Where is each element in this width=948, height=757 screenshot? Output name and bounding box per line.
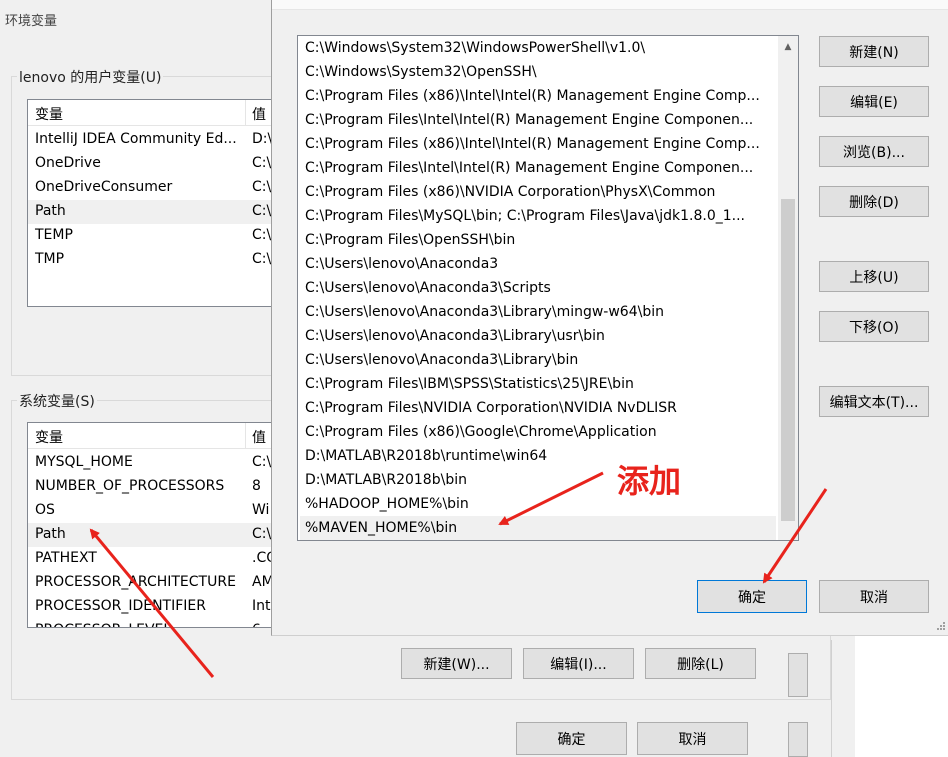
obscured-button-edge xyxy=(788,653,808,697)
path-entry[interactable]: C:\Windows\System32\OpenSSH\ xyxy=(300,60,776,84)
variable-name: NUMBER_OF_PROCESSORS xyxy=(35,478,225,494)
table-row[interactable]: NUMBER_OF_PROCESSORS 8 xyxy=(28,475,286,499)
variable-name: PROCESSOR_ARCHITECTURE xyxy=(35,574,236,590)
variable-name: Path xyxy=(35,203,66,219)
path-entry[interactable]: C:\Program Files\OpenSSH\bin xyxy=(300,228,776,252)
variable-value: C:\ xyxy=(252,251,272,267)
dialog-title-bar xyxy=(272,0,948,10)
user-variables-title: lenovo 的用户变量(U) xyxy=(17,67,164,87)
path-entry[interactable]: C:\Users\lenovo\Anaconda3\Library\mingw-… xyxy=(300,300,776,324)
path-entry[interactable]: C:\Program Files\NVIDIA Corporation\NVID… xyxy=(300,396,776,420)
table-row[interactable]: MYSQL_HOME C:\ xyxy=(28,451,286,475)
table-row[interactable]: Path C:\ xyxy=(28,200,286,224)
table-row[interactable]: OS Wi xyxy=(28,499,286,523)
path-entry[interactable]: C:\Program Files\Intel\Intel(R) Manageme… xyxy=(300,156,776,180)
window-title: 环境变量 xyxy=(5,14,58,29)
table-row[interactable]: OneDriveConsumer C:\ xyxy=(28,176,286,200)
variable-value: Wi xyxy=(252,502,270,518)
annotation-label: 添加 xyxy=(617,462,682,500)
path-entry[interactable]: C:\Program Files\MySQL\bin; C:\Program F… xyxy=(300,204,776,228)
path-cancel-button[interactable]: 取消 xyxy=(819,580,929,613)
column-separator[interactable] xyxy=(245,100,246,126)
variable-name: Path xyxy=(35,526,66,542)
column-header-value[interactable]: 值 xyxy=(252,427,266,447)
env-ok-button[interactable]: 确定 xyxy=(516,722,627,755)
path-entry[interactable]: C:\Users\lenovo\Anaconda3\Library\usr\bi… xyxy=(300,324,776,348)
path-entry[interactable]: C:\Program Files\Intel\Intel(R) Manageme… xyxy=(300,108,776,132)
variable-value: C:\ xyxy=(252,526,272,542)
background-window-edge xyxy=(831,640,855,757)
path-entry[interactable]: D:\MATLAB\R2018b\bin xyxy=(300,468,776,492)
table-row[interactable]: PATHEXT .CO xyxy=(28,547,286,571)
resize-grip-icon[interactable] xyxy=(934,621,946,633)
variable-name: PROCESSOR_IDENTIFIER xyxy=(35,598,206,614)
system-new-button[interactable]: 新建(W)... xyxy=(401,648,512,679)
scroll-up-icon[interactable]: ▲ xyxy=(778,38,798,56)
variable-value: C:\ xyxy=(252,179,272,195)
path-entry[interactable]: C:\Users\lenovo\Anaconda3 xyxy=(300,252,776,276)
env-cancel-button[interactable]: 取消 xyxy=(637,722,748,755)
variable-name: OneDriveConsumer xyxy=(35,179,173,195)
table-row[interactable]: PROCESSOR_ARCHITECTURE AM xyxy=(28,571,286,595)
path-browse-button[interactable]: 浏览(B)... xyxy=(819,136,929,167)
scroll-thumb[interactable] xyxy=(781,199,795,521)
user-variables-list[interactable]: 变量 值 IntelliJ IDEA Community Ed... D:\ One… xyxy=(27,99,287,307)
column-header-variable[interactable]: 变量 xyxy=(35,104,63,124)
table-row[interactable]: TMP C:\ xyxy=(28,248,286,272)
path-new-button[interactable]: 新建(N) xyxy=(819,36,929,67)
obscured-button-edge xyxy=(788,722,808,757)
column-header-value[interactable]: 值 xyxy=(252,104,266,124)
path-entry[interactable]: C:\Users\lenovo\Anaconda3\Library\bin xyxy=(300,348,776,372)
edit-path-dialog: C:\Windows\System32\WindowsPowerShell\v1… xyxy=(271,0,948,636)
system-variables-list[interactable]: 变量 值 MYSQL_HOME C:\ NUMBER_OF_PROCESSORS 8 O… xyxy=(27,422,287,628)
path-entry[interactable]: C:\Program Files\IBM\SPSS\Statistics\25\… xyxy=(300,372,776,396)
path-delete-button[interactable]: 删除(D) xyxy=(819,186,929,217)
path-entry[interactable]: C:\Users\lenovo\Anaconda3\Scripts xyxy=(300,276,776,300)
column-header-variable[interactable]: 变量 xyxy=(35,427,63,447)
variable-value: D:\ xyxy=(252,131,273,147)
path-entry[interactable]: D:\MATLAB\R2018b\runtime\win64 xyxy=(300,444,776,468)
path-move-down-button[interactable]: 下移(O) xyxy=(819,311,929,342)
path-list-scrollbar[interactable]: ▲ xyxy=(778,36,798,540)
variable-value: C:\ xyxy=(252,454,272,470)
column-separator[interactable] xyxy=(245,423,246,449)
path-entry[interactable]: C:\Windows\System32\WindowsPowerShell\v1… xyxy=(300,36,776,60)
path-entry[interactable]: C:\Program Files (x86)\Google\Chrome\App… xyxy=(300,420,776,444)
variable-name: PATHEXT xyxy=(35,550,97,566)
variable-value: C:\ xyxy=(252,203,272,219)
variable-name: MYSQL_HOME xyxy=(35,454,133,470)
path-entries-list[interactable]: C:\Windows\System32\WindowsPowerShell\v1… xyxy=(297,35,799,541)
list-header: 变量 值 xyxy=(28,423,286,449)
variable-name: OneDrive xyxy=(35,155,101,171)
variable-value: 8 xyxy=(252,478,261,494)
path-ok-button[interactable]: 确定 xyxy=(697,580,807,613)
variable-value: C:\ xyxy=(252,155,272,171)
system-delete-button[interactable]: 删除(L) xyxy=(645,648,756,679)
table-row[interactable]: TEMP C:\ xyxy=(28,224,286,248)
variable-value: 6 xyxy=(252,622,261,627)
variable-value: Int xyxy=(252,598,271,614)
variable-value: C:\ xyxy=(252,227,272,243)
variable-name: TEMP xyxy=(35,227,73,243)
path-entry[interactable]: %MAVEN_HOME%\bin xyxy=(300,516,776,540)
path-edit-button[interactable]: 编辑(E) xyxy=(819,86,929,117)
variable-name: TMP xyxy=(35,251,65,267)
table-row[interactable]: Path C:\ xyxy=(28,523,286,547)
system-variables-title: 系统变量(S) xyxy=(17,391,97,411)
path-entry[interactable]: C:\Program Files (x86)\Intel\Intel(R) Ma… xyxy=(300,84,776,108)
path-entry[interactable]: C:\Program Files (x86)\NVIDIA Corporatio… xyxy=(300,180,776,204)
path-edit-text-button[interactable]: 编辑文本(T)... xyxy=(819,386,929,417)
list-header: 变量 值 xyxy=(28,100,286,126)
path-entry[interactable]: C:\Program Files (x86)\Intel\Intel(R) Ma… xyxy=(300,132,776,156)
table-row[interactable]: IntelliJ IDEA Community Ed... D:\ xyxy=(28,128,286,152)
path-move-up-button[interactable]: 上移(U) xyxy=(819,261,929,292)
path-entry[interactable]: %HADOOP_HOME%\bin xyxy=(300,492,776,516)
variable-name: OS xyxy=(35,502,55,518)
table-row[interactable]: PROCESSOR_IDENTIFIER Int xyxy=(28,595,286,619)
variable-name: IntelliJ IDEA Community Ed... xyxy=(35,131,237,147)
variable-name: PROCESSOR_LEVEL xyxy=(35,622,171,627)
table-row[interactable]: OneDrive C:\ xyxy=(28,152,286,176)
table-row[interactable]: PROCESSOR_LEVEL 6 xyxy=(28,619,286,627)
system-edit-button[interactable]: 编辑(I)... xyxy=(523,648,634,679)
